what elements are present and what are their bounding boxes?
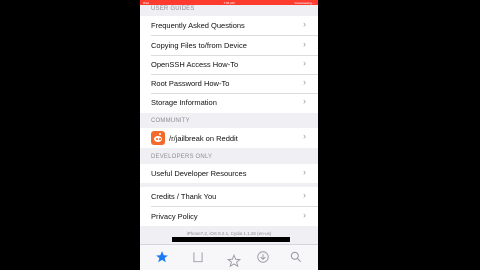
chevron-right-icon: › (303, 19, 306, 29)
device-info: iPhone7,2, iOS 8.2.1, Cydia 1.1.26 (en-u… (186, 231, 272, 236)
community-group: /r/jailbreak on Reddit › (140, 128, 318, 148)
star-icon (156, 251, 168, 263)
row-copying-files[interactable]: Copying Files to/from Device › (140, 36, 318, 55)
tab-changes[interactable] (226, 253, 242, 268)
redaction-bar (172, 237, 290, 242)
tab-bar (140, 244, 318, 270)
row-label: Frequently Asked Questions (151, 21, 245, 30)
chevron-right-icon: › (303, 167, 306, 177)
row-faq[interactable]: Frequently Asked Questions › (140, 16, 318, 35)
row-label: /r/jailbreak on Reddit (169, 133, 238, 143)
user-guides-group: Frequently Asked Questions › Copying Fil… (140, 16, 318, 113)
status-time: 7:05 AM (223, 0, 235, 5)
reddit-icon (151, 131, 165, 145)
section-header-user-guides: USER GUIDES (151, 6, 195, 12)
star-outline-icon (226, 253, 242, 268)
developers-group: Useful Developer Resources › (140, 164, 318, 183)
chevron-right-icon: › (303, 210, 306, 220)
row-label: Root Password How-To (151, 79, 230, 88)
section-header-developers-only: DEVELOPERS ONLY (151, 154, 213, 160)
tab-search[interactable] (289, 250, 303, 264)
status-bar: iPad 7:05 AM Downloading… (140, 0, 318, 5)
tab-cydia[interactable] (155, 250, 169, 264)
row-label: Credits / Thank You (151, 192, 217, 201)
box-icon (193, 252, 203, 263)
search-icon (290, 251, 302, 263)
chevron-right-icon: › (303, 77, 306, 87)
about-group: Credits / Thank You › Privacy Policy › (140, 187, 318, 226)
row-privacy-policy[interactable]: Privacy Policy › (140, 207, 318, 226)
row-root-password[interactable]: Root Password How-To › (140, 74, 318, 93)
chevron-right-icon: › (303, 58, 306, 68)
row-label: Copying Files to/from Device (151, 41, 247, 50)
row-label: Useful Developer Resources (151, 169, 247, 178)
tab-sources[interactable] (191, 250, 205, 264)
tab-installed[interactable] (256, 250, 270, 264)
chevron-right-icon: › (303, 190, 306, 200)
download-icon (257, 251, 269, 263)
screen: iPad 7:05 AM Downloading… USER GUIDES Fr… (140, 0, 318, 270)
section-header-community: COMMUNITY (151, 118, 190, 124)
row-label: Privacy Policy (151, 212, 198, 221)
row-reddit[interactable]: /r/jailbreak on Reddit › (140, 128, 318, 148)
chevron-right-icon: › (303, 131, 306, 141)
row-credits[interactable]: Credits / Thank You › (140, 187, 318, 206)
row-label: Storage Information (151, 98, 217, 107)
row-storage-information[interactable]: Storage Information › (140, 93, 318, 112)
row-label: OpenSSH Access How-To (151, 60, 239, 69)
row-openssh[interactable]: OpenSSH Access How-To › (140, 55, 318, 74)
row-developer-resources[interactable]: Useful Developer Resources › (140, 164, 318, 183)
chevron-right-icon: › (303, 39, 306, 49)
chevron-right-icon: › (303, 96, 306, 106)
